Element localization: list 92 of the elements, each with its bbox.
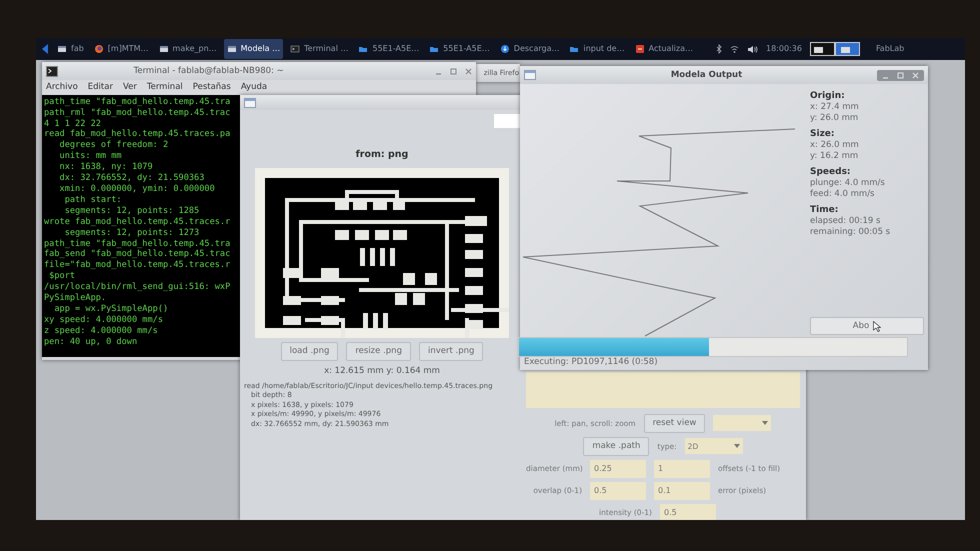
taskbar-button[interactable]: 55E1-A5E… bbox=[355, 39, 422, 59]
terminal-line: path_time "fab_mod_hello.temp.45.tra bbox=[44, 96, 230, 108]
close-icon[interactable] bbox=[464, 68, 472, 74]
input-field[interactable]: 1 bbox=[654, 460, 710, 478]
panel-heading: from: png bbox=[356, 148, 408, 162]
terminal-line: dx: 32.766552, dy: 21.590363 bbox=[58, 173, 204, 184]
terminal-line: path_time "fab_mod_hello.temp.45.tra bbox=[44, 238, 230, 249]
stat-heading: Size: bbox=[810, 128, 836, 140]
status-text: Executing: PD1097,1146 (0:58) bbox=[523, 357, 659, 369]
input-field[interactable]: 0.5 bbox=[590, 482, 646, 500]
terminal-line: $port bbox=[48, 271, 76, 282]
window-title: Terminal - fablab@fablab-NB980: ~ bbox=[134, 64, 284, 78]
package-icon bbox=[634, 44, 645, 54]
taskbar-button[interactable]: fab bbox=[54, 39, 87, 59]
terminal-line: pen: 40 up, 0 down bbox=[44, 336, 138, 348]
stat-value: remaining: 00:05 s bbox=[810, 227, 892, 238]
stat-value: plunge: 4.0 mm/s bbox=[810, 178, 886, 189]
toolbar-button[interactable]: invert .png bbox=[418, 342, 484, 361]
stat-heading: Time: bbox=[810, 204, 840, 216]
stat-heading: Speeds: bbox=[810, 166, 852, 178]
terminal-line: path_rml "fab_mod_hello.temp.45.trac bbox=[44, 108, 230, 119]
terminal-line: z speed: 4.000000 mm/s bbox=[44, 326, 158, 337]
input-field[interactable]: 0.5 bbox=[660, 504, 716, 520]
terminal-icon bbox=[290, 44, 300, 54]
folder-icon bbox=[569, 44, 580, 54]
terminal-line: 4 1 1 22 22 bbox=[44, 118, 101, 129]
terminal-line: read fab_mod_hello.temp.45.traces.pa bbox=[44, 129, 230, 140]
maximize-icon[interactable] bbox=[450, 68, 457, 74]
stat-value: x: 26.0 mm bbox=[810, 140, 860, 151]
volume-icon bbox=[747, 44, 758, 54]
menu-item[interactable]: Ayuda bbox=[240, 81, 268, 94]
window-title: Modela Output bbox=[670, 68, 742, 82]
caret-icon bbox=[734, 444, 740, 448]
user-name: FabLab bbox=[876, 43, 904, 55]
bluetooth-icon bbox=[716, 44, 722, 54]
toolbar-button[interactable]: resize .png bbox=[346, 342, 411, 361]
stat-value: elapsed: 00:19 s bbox=[810, 216, 882, 227]
input-field[interactable]: 0.1 bbox=[654, 482, 710, 500]
terminal-line: PySimpleApp. bbox=[44, 293, 106, 304]
terminal-line: units: mm mm bbox=[58, 151, 122, 162]
stat-heading: Origin: bbox=[810, 90, 846, 102]
terminal-line: fab_send "fab_mod_hello.temp.45.trac bbox=[44, 249, 230, 260]
taskbar-button[interactable]: Descarga… bbox=[496, 39, 562, 59]
taskbar-button[interactable]: Terminal … bbox=[287, 39, 352, 59]
terminal-line: app = wx.PySimpleApp() bbox=[53, 304, 168, 315]
terminal-line: xy speed: 4.000000 mm/s bbox=[44, 314, 163, 326]
taskbar-button[interactable]: [m]MTM… bbox=[90, 39, 152, 59]
window-icon bbox=[524, 70, 536, 80]
reset-view-button[interactable]: reset view bbox=[644, 414, 706, 433]
wifi-icon bbox=[730, 45, 739, 53]
folder-icon bbox=[429, 44, 440, 54]
folder-icon bbox=[358, 44, 368, 54]
terminal-line: /usr/local/bin/rml_send_gui:516: wxP bbox=[44, 282, 230, 293]
window-icon bbox=[226, 44, 237, 54]
menu-item[interactable]: Ver bbox=[122, 81, 137, 94]
toolbar-button[interactable]: load .png bbox=[280, 342, 338, 361]
coordinates-text: x: 12.615 mm y: 0.164 mm bbox=[324, 365, 440, 378]
stat-value: feed: 4.0 mm/s bbox=[810, 189, 876, 200]
clock-text: 18:00:36 bbox=[766, 43, 802, 55]
terminal-line: xmin: 0.000000, ymin: 0.000000 bbox=[58, 184, 215, 195]
workspace-switcher-icon[interactable] bbox=[810, 42, 860, 56]
taskbar-button[interactable]: Actualiza… bbox=[632, 39, 696, 59]
terminal-icon bbox=[46, 66, 58, 76]
taskbar-button[interactable]: make_pn… bbox=[156, 39, 220, 59]
terminal-line: segments: 12, points: 1285 bbox=[64, 206, 200, 217]
terminal-line: file="fab_mod_hello.temp.45.traces.r bbox=[44, 260, 230, 272]
terminal-line: nx: 1638, ny: 1079 bbox=[58, 162, 153, 174]
window-icon bbox=[244, 98, 256, 108]
input-field[interactable]: 0.25 bbox=[590, 460, 646, 478]
stat-value: y: 26.0 mm bbox=[810, 113, 860, 124]
menu-icon[interactable] bbox=[40, 43, 50, 55]
terminal-line: segments: 12, points: 1273 bbox=[64, 228, 200, 239]
download-icon bbox=[500, 44, 510, 54]
menu-item[interactable]: Terminal bbox=[146, 81, 183, 94]
terminal-line: degrees of freedom: 2 bbox=[58, 140, 168, 152]
abort-button[interactable]: Abo bbox=[810, 317, 924, 335]
stat-value: x: 27.4 mm bbox=[810, 102, 860, 113]
terminal-line: wrote fab_mod_hello.temp.45.traces.r bbox=[44, 216, 230, 228]
stat-value: y: 16.2 mm bbox=[810, 151, 860, 162]
menu-item[interactable]: Pestañas bbox=[192, 81, 231, 94]
make-path-button[interactable]: make .path bbox=[583, 436, 650, 456]
taskbar-button[interactable]: Modela … bbox=[224, 39, 284, 59]
terminal-line: path start: bbox=[64, 194, 122, 206]
taskbar-button[interactable]: 55E1-A5E… bbox=[426, 39, 493, 59]
globe-icon bbox=[94, 44, 104, 54]
caret-icon bbox=[762, 421, 768, 426]
window-icon bbox=[57, 44, 67, 54]
menu-item[interactable]: Editar bbox=[88, 81, 113, 94]
taskbar-button[interactable]: input de… bbox=[566, 39, 628, 59]
window-icon bbox=[158, 44, 169, 54]
menu-item[interactable]: Archivo bbox=[46, 81, 78, 94]
cursor-icon bbox=[873, 320, 882, 332]
